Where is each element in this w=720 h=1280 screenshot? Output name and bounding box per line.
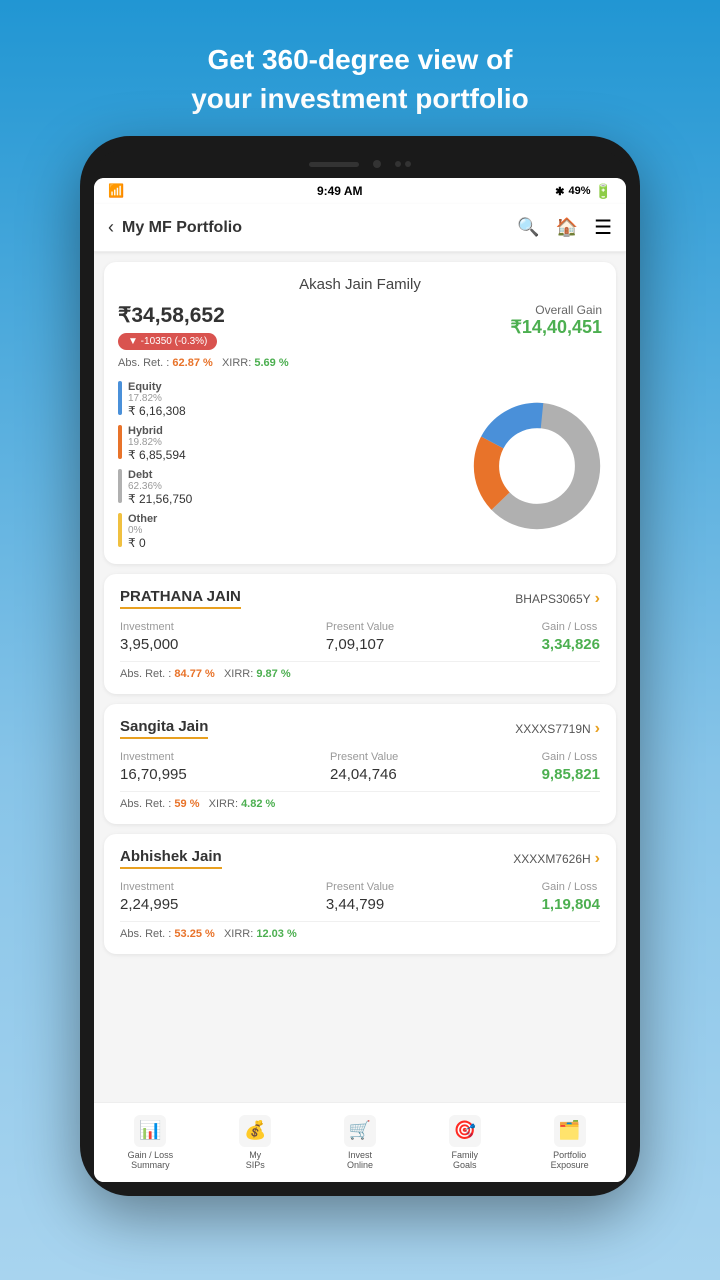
my-sips-label: MySIPs [246, 1150, 265, 1172]
gain-loss-label-1: Gain / Loss [542, 751, 600, 763]
member-returns-1: Abs. Ret. : 59 % XIRR: 4.82 % [120, 791, 600, 810]
battery-icon: 🔋 [595, 183, 612, 200]
portfolio-returns: Abs. Ret. : 62.87 % XIRR: 5.69 % [118, 357, 289, 369]
investment-label-1: Investment [120, 751, 187, 763]
legend-equity: Equity 17.82% ₹ 6,16,308 [118, 381, 464, 418]
abs-ret-value: 62.87 % [172, 357, 212, 369]
phone-notch [94, 150, 626, 178]
investment-value-0: 3,95,000 [120, 636, 178, 653]
chart-legend: Equity 17.82% ₹ 6,16,308 Hybrid 19.82% [118, 381, 464, 550]
member-card-1: Sangita Jain XXXXS7719N › Investment 16,… [104, 704, 616, 824]
battery-text: 49% [569, 185, 591, 197]
my-sips-icon: 💰 [239, 1115, 271, 1147]
xirr-label: XIRR: [222, 357, 251, 369]
phone-frame: 📶 9:49 AM ✱ 49% 🔋 ‹ My MF Portfolio 🔍 🏠 … [80, 136, 640, 1196]
member-pan-0: BHAPS3065Y [515, 592, 590, 606]
back-button[interactable]: ‹ [108, 217, 114, 238]
nav-portfolio-exposure[interactable]: 🗂️ PortfolioExposure [517, 1115, 622, 1172]
donut-chart [472, 401, 602, 531]
investment-value-1: 16,70,995 [120, 766, 187, 783]
member-returns-2: Abs. Ret. : 53.25 % XIRR: 12.03 % [120, 921, 600, 940]
member-name-2: Abhishek Jain [120, 848, 222, 869]
status-time: 9:49 AM [317, 184, 363, 198]
header-line1: Get 360-degree view of [191, 40, 529, 79]
member-pan-2: XXXXM7626H [513, 852, 590, 866]
status-bar: 📶 9:49 AM ✱ 49% 🔋 [94, 178, 626, 204]
investment-label-0: Investment [120, 621, 178, 633]
present-value-label-2: Present Value [326, 881, 394, 893]
present-value-label-0: Present Value [326, 621, 394, 633]
present-value-2: 3,44,799 [326, 896, 394, 913]
member-returns-0: Abs. Ret. : 84.77 % XIRR: 9.87 % [120, 661, 600, 680]
present-value-1: 24,04,746 [330, 766, 398, 783]
gain-loss-icon: 📊 [134, 1115, 166, 1147]
member-name-1: Sangita Jain [120, 718, 208, 739]
legend-other: Other 0% ₹ 0 [118, 513, 464, 550]
portfolio-value: ₹34,58,652 [118, 303, 289, 328]
battery-indicator: ✱ 49% 🔋 [555, 183, 612, 200]
nav-invest-online[interactable]: 🛒 InvestOnline [308, 1115, 413, 1172]
portfolio-exposure-label: PortfolioExposure [551, 1150, 589, 1172]
member-pan-1: XXXXS7719N [515, 722, 590, 736]
member-chevron-1[interactable]: › [595, 720, 600, 738]
bluetooth-icon: ✱ [555, 185, 564, 198]
gain-loss-value-1: 9,85,821 [542, 766, 600, 783]
member-chevron-2[interactable]: › [595, 850, 600, 868]
abs-ret-label: Abs. Ret. : [118, 357, 169, 369]
member-card-0: PRATHANA JAIN BHAPS3065Y › Investment 3,… [104, 574, 616, 694]
gain-loss-label: Gain / LossSummary [128, 1150, 174, 1172]
home-icon[interactable]: 🏠 [556, 217, 578, 238]
legend-hybrid: Hybrid 19.82% ₹ 6,85,594 [118, 425, 464, 462]
summary-card: Akash Jain Family ₹34,58,652 ▼ -10350 (-… [104, 262, 616, 564]
portfolio-change-badge: ▼ -10350 (-0.3%) [118, 333, 217, 350]
investment-label-2: Investment [120, 881, 178, 893]
phone-screen: 📶 9:49 AM ✱ 49% 🔋 ‹ My MF Portfolio 🔍 🏠 … [94, 178, 626, 1182]
member-name-0: PRATHANA JAIN [120, 588, 241, 609]
search-icon[interactable]: 🔍 [517, 217, 539, 238]
portfolio-exposure-icon: 🗂️ [554, 1115, 586, 1147]
present-value-label-1: Present Value [330, 751, 398, 763]
nav-gain-loss[interactable]: 📊 Gain / LossSummary [98, 1115, 203, 1172]
wifi-indicator: 📶 [108, 183, 124, 199]
investment-value-2: 2,24,995 [120, 896, 178, 913]
present-value-0: 7,09,107 [326, 636, 394, 653]
gain-loss-label-0: Gain / Loss [542, 621, 600, 633]
gain-loss-label-2: Gain / Loss [542, 881, 600, 893]
nav-family-goals[interactable]: 🎯 FamilyGoals [412, 1115, 517, 1172]
bottom-nav: 📊 Gain / LossSummary 💰 MySIPs 🛒 InvestOn… [94, 1102, 626, 1182]
invest-online-label: InvestOnline [347, 1150, 373, 1172]
nav-my-sips[interactable]: 💰 MySIPs [203, 1115, 308, 1172]
app-bar: ‹ My MF Portfolio 🔍 🏠 ☰ [94, 204, 626, 252]
menu-icon[interactable]: ☰ [594, 215, 612, 240]
overall-gain-label: Overall Gain [510, 303, 602, 317]
member-card-2: Abhishek Jain XXXXM7626H › Investment 2,… [104, 834, 616, 954]
family-goals-icon: 🎯 [449, 1115, 481, 1147]
gain-loss-value-0: 3,34,826 [542, 636, 600, 653]
invest-online-icon: 🛒 [344, 1115, 376, 1147]
page-title: My MF Portfolio [122, 219, 242, 237]
overall-gain-value: ₹14,40,451 [510, 317, 602, 338]
member-chevron-0[interactable]: › [595, 590, 600, 608]
scroll-content: Akash Jain Family ₹34,58,652 ▼ -10350 (-… [94, 252, 626, 1102]
family-name: Akash Jain Family [118, 276, 602, 293]
header-line2: your investment portfolio [191, 79, 529, 118]
legend-debt: Debt 62.36% ₹ 21,56,750 [118, 469, 464, 506]
gain-loss-value-2: 1,19,804 [542, 896, 600, 913]
xirr-value: 5.69 % [254, 357, 288, 369]
family-goals-label: FamilyGoals [452, 1150, 479, 1172]
